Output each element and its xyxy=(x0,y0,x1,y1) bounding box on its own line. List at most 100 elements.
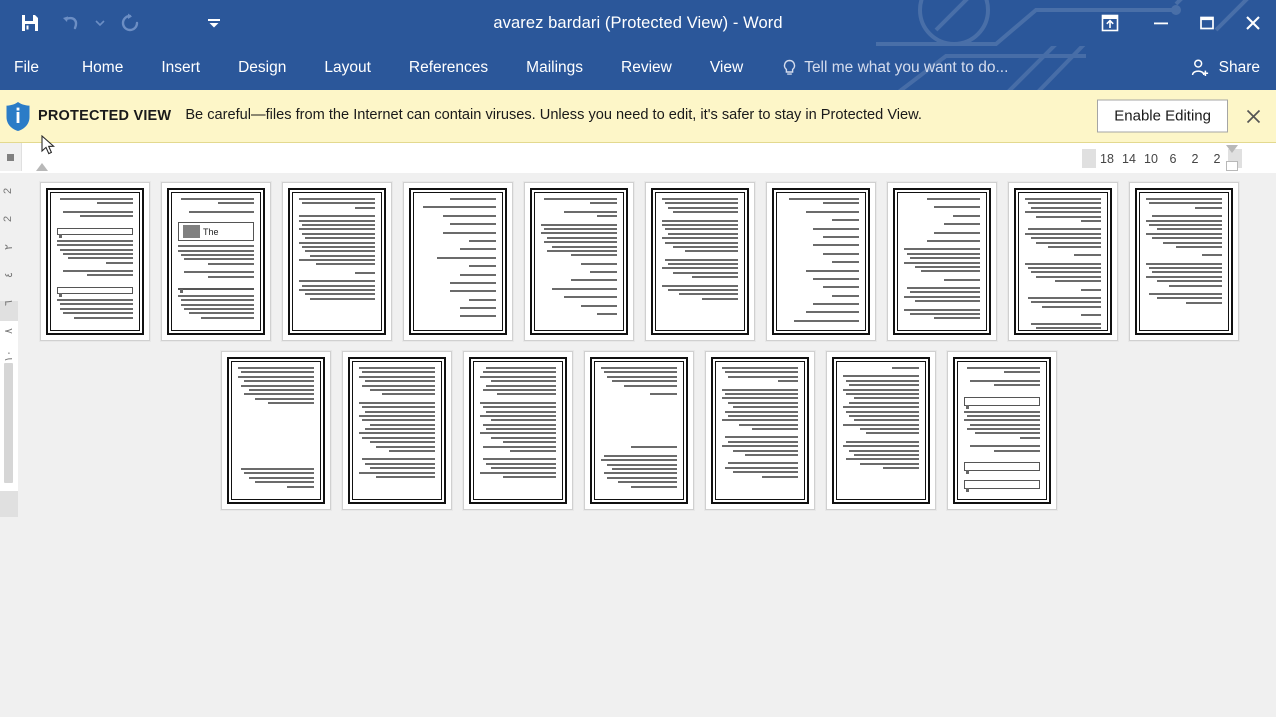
text-line xyxy=(728,462,798,465)
text-line xyxy=(1156,280,1222,283)
text-line xyxy=(1028,202,1101,205)
page-thumbnail[interactable] xyxy=(705,351,815,510)
tab-view[interactable]: View xyxy=(691,46,762,90)
page-thumbnail[interactable] xyxy=(887,182,997,341)
page-thumbnail[interactable] xyxy=(584,351,694,510)
text-line xyxy=(1035,275,1101,278)
text-line xyxy=(468,298,496,301)
text-line xyxy=(597,215,617,218)
page-thumbnail[interactable] xyxy=(524,182,634,341)
tab-design[interactable]: Design xyxy=(219,46,305,90)
save-button[interactable] xyxy=(10,3,50,43)
text-line xyxy=(244,393,314,396)
close-icon xyxy=(1246,109,1260,123)
text-line xyxy=(1156,228,1222,231)
close-icon xyxy=(1246,16,1260,30)
tab-stop-selector[interactable] xyxy=(0,143,22,171)
text-line xyxy=(442,231,496,234)
tab-insert[interactable]: Insert xyxy=(142,46,219,90)
ribbon-tabs[interactable]: File Home Insert Design Layout Reference… xyxy=(0,46,762,90)
page-thumbnail[interactable] xyxy=(1008,182,1118,341)
text-line xyxy=(483,388,556,391)
right-indent-marker[interactable] xyxy=(1226,161,1238,171)
horizontal-ruler[interactable]: 18 14 10 6 2 2 xyxy=(0,143,1276,173)
text-line xyxy=(662,198,738,200)
page-thumbnail-grid[interactable]: The xyxy=(0,173,1276,717)
text-line xyxy=(1152,271,1222,274)
text-line xyxy=(725,392,798,395)
text-line xyxy=(631,446,677,449)
text-line xyxy=(849,384,919,387)
text-line xyxy=(483,445,556,448)
document-paragraph xyxy=(904,206,980,210)
tab-review[interactable]: Review xyxy=(602,46,691,90)
page-content xyxy=(897,192,987,331)
form-field-box xyxy=(964,462,1040,474)
text-line xyxy=(286,485,314,488)
tab-layout[interactable]: Layout xyxy=(305,46,390,90)
left-indent-marker[interactable] xyxy=(36,163,48,171)
text-line xyxy=(365,428,435,431)
text-line xyxy=(1035,241,1101,244)
text-line xyxy=(359,471,435,474)
document-workspace[interactable]: 2 2 ٢ ٤ ٦ ٨ ١٠ ١٢ The xyxy=(0,173,1276,717)
share-button[interactable]: Share xyxy=(1176,46,1276,90)
page-border-outer xyxy=(530,188,628,335)
minimize-button[interactable] xyxy=(1138,0,1184,46)
text-line xyxy=(668,289,738,292)
document-paragraph xyxy=(783,227,859,232)
text-line xyxy=(805,269,859,272)
page-thumbnail[interactable]: The xyxy=(161,182,271,341)
page-border-outer xyxy=(227,357,325,504)
text-line xyxy=(459,273,496,276)
ribbon-display-options-button[interactable] xyxy=(1082,0,1138,46)
page-thumbnail[interactable] xyxy=(221,351,331,510)
page-thumbnail[interactable] xyxy=(40,182,150,341)
close-protected-view-bar-button[interactable] xyxy=(1240,103,1266,129)
undo-button[interactable] xyxy=(50,3,90,43)
tab-mailings[interactable]: Mailings xyxy=(507,46,602,90)
first-line-indent-marker[interactable] xyxy=(1226,145,1238,153)
page-thumbnail[interactable] xyxy=(826,351,936,510)
text-line xyxy=(1031,322,1101,325)
text-line xyxy=(1146,232,1222,235)
page-thumbnail[interactable] xyxy=(403,182,513,341)
customize-quick-access-button[interactable] xyxy=(194,3,234,43)
quick-access-toolbar[interactable] xyxy=(0,0,234,46)
text-line xyxy=(369,467,435,470)
undo-dropdown-button[interactable] xyxy=(90,3,110,43)
maximize-button[interactable] xyxy=(1184,0,1230,46)
close-button[interactable] xyxy=(1230,0,1276,46)
page-thumbnail[interactable] xyxy=(342,351,452,510)
text-line xyxy=(732,449,798,452)
page-thumbnail[interactable] xyxy=(645,182,755,341)
document-paragraph xyxy=(783,244,859,248)
document-paragraph xyxy=(1146,262,1222,289)
document-paragraph xyxy=(662,284,738,303)
text-line xyxy=(793,319,859,322)
ruler-scale[interactable]: 18 14 10 6 2 2 xyxy=(1082,149,1242,168)
page-thumbnail[interactable] xyxy=(947,351,1057,510)
text-line xyxy=(63,312,133,315)
enable-editing-button[interactable]: Enable Editing xyxy=(1097,99,1228,133)
page-border-outer: The xyxy=(167,188,265,335)
share-label: Share xyxy=(1218,59,1260,76)
text-line xyxy=(181,198,254,200)
title-bar: avarez bardari (Protected View) - Word xyxy=(0,0,1276,46)
page-thumbnail[interactable] xyxy=(1129,182,1239,341)
text-line xyxy=(541,232,617,235)
document-paragraph xyxy=(57,270,133,279)
text-line xyxy=(480,432,556,435)
text-line xyxy=(181,253,254,256)
tab-references[interactable]: References xyxy=(390,46,507,90)
document-paragraph xyxy=(843,367,919,371)
tell-me-search[interactable]: Tell me what you want to do... xyxy=(782,46,1008,90)
tab-home[interactable]: Home xyxy=(63,46,142,90)
page-thumbnail[interactable] xyxy=(282,182,392,341)
redo-button[interactable] xyxy=(110,3,150,43)
page-thumbnail[interactable] xyxy=(463,351,573,510)
text-line xyxy=(362,436,435,439)
window-controls[interactable] xyxy=(1082,0,1276,46)
page-thumbnail[interactable] xyxy=(766,182,876,341)
tab-file[interactable]: File xyxy=(0,46,63,90)
